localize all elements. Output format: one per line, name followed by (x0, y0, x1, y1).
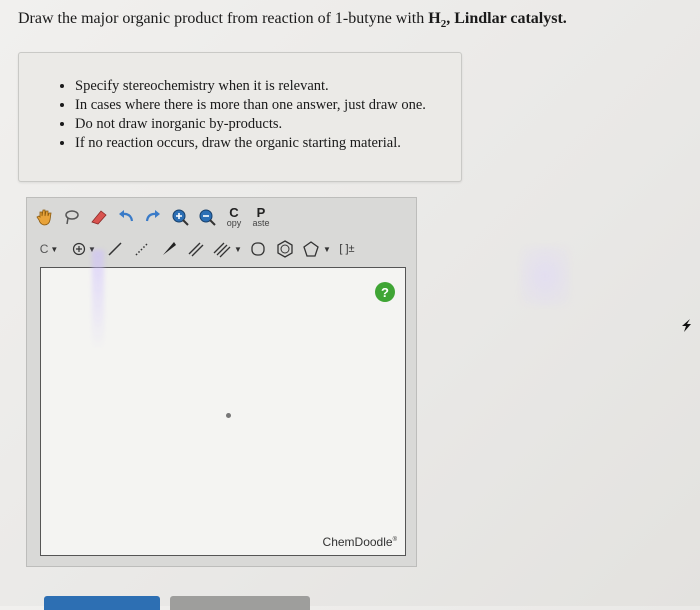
reagent-suffix: , Lindlar catalyst. (446, 10, 567, 27)
triple-bond-icon (213, 242, 231, 258)
cyclopropane-ring-icon[interactable] (246, 237, 270, 261)
chevron-down-icon: ▼ (50, 244, 59, 254)
chevron-down-icon: ▼ (323, 244, 331, 254)
toolbar-row-2: C ▼ ▼ ▼ ▼ []± (33, 236, 362, 262)
reagent-h: H (428, 10, 441, 27)
screen-glare (520, 246, 570, 306)
instruction-item: If no reaction occurs, draw the organic … (75, 134, 461, 153)
eraser-icon[interactable] (87, 205, 111, 229)
atom-label-dropdown[interactable]: C ▼ (33, 237, 65, 261)
zoom-out-icon[interactable] (195, 205, 219, 229)
reagent: H2, Lindlar catalyst. (428, 10, 567, 30)
lasso-select-icon[interactable] (60, 205, 84, 229)
single-bond-icon[interactable] (103, 237, 127, 261)
help-button[interactable]: ? (375, 282, 395, 302)
wedge-bond-icon[interactable] (157, 237, 181, 261)
question-prefix: Draw the major organic product from reac… (18, 10, 429, 27)
benzene-ring-icon[interactable] (273, 237, 297, 261)
chevron-down-icon: ▼ (234, 244, 242, 254)
plus-charge-icon (72, 242, 86, 256)
question-text: Draw the major organic product from reac… (18, 10, 567, 30)
copy-label-top: C (229, 204, 239, 220)
instruction-item: Specify stereochemistry when it is relev… (75, 77, 461, 96)
double-bond-icon[interactable] (184, 237, 208, 261)
undo-icon[interactable] (114, 205, 138, 229)
hand-pan-icon[interactable] (33, 205, 57, 229)
mouse-cursor-icon (682, 319, 691, 332)
instruction-item: In cases where there is more than one an… (75, 96, 461, 115)
help-label: ? (381, 284, 389, 300)
paste-label-bottom: aste (252, 217, 270, 228)
zoom-in-icon[interactable] (168, 205, 192, 229)
bracket-label: [ ]± (339, 243, 355, 255)
toolbar-row-1: C opy P aste (33, 204, 276, 230)
triple-bond-dropdown[interactable]: ▼ (211, 237, 243, 261)
copy-button[interactable]: C opy (222, 205, 246, 229)
canvas-dot (226, 413, 231, 418)
atom-label: C (39, 242, 49, 256)
instructions-list: Specify stereochemistry when it is relev… (19, 53, 461, 153)
instruction-item: Do not draw inorganic by-products. (75, 115, 461, 134)
screen-glare (92, 250, 104, 350)
redo-icon[interactable] (141, 205, 165, 229)
paste-label-top: P (256, 204, 266, 220)
submit-button[interactable] (44, 596, 160, 610)
secondary-button[interactable] (170, 596, 310, 610)
pentagon-ring-icon (303, 241, 319, 257)
copy-label-bottom: opy (226, 217, 242, 228)
bracket-charge-button[interactable]: [ ]± (335, 237, 359, 261)
paste-button[interactable]: P aste (249, 205, 273, 229)
instructions-box: Specify stereochemistry when it is relev… (18, 52, 462, 182)
dashed-bond-icon[interactable] (130, 237, 154, 261)
chemdoodle-brand: ChemDoodle® (323, 535, 397, 549)
brand-mark: ® (392, 537, 397, 543)
brand-label: ChemDoodle (322, 535, 393, 549)
ring-dropdown[interactable]: ▼ (300, 237, 332, 261)
chemdoodle-sketcher: C opy P aste C ▼ ▼ ▼ ▼ []± ? ChemDoodle… (26, 197, 417, 567)
